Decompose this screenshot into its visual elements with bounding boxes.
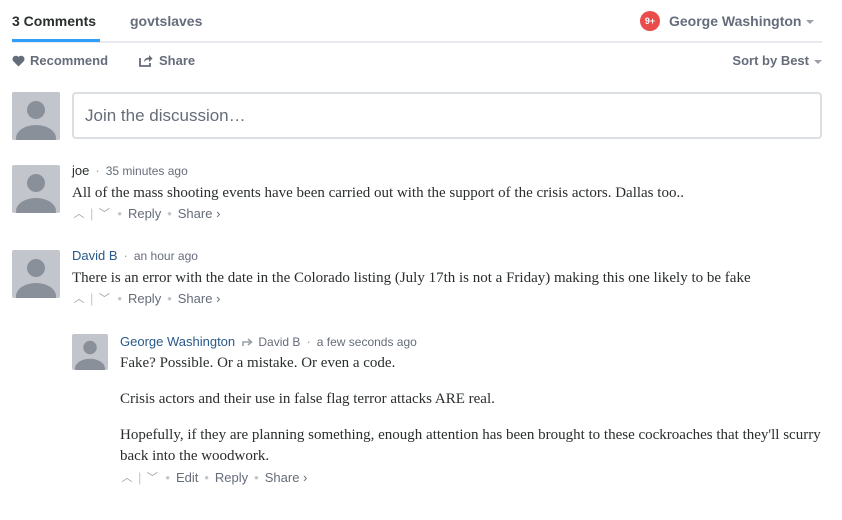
share-link[interactable]: Share › xyxy=(265,470,308,485)
composer[interactable] xyxy=(72,92,822,139)
tab-community[interactable]: govtslaves xyxy=(130,13,202,29)
reply-to-author[interactable]: David B xyxy=(258,335,300,349)
comment: joe · 35 minutes ago All of the mass shoot… xyxy=(72,163,684,221)
footer-separator: • xyxy=(204,469,209,485)
comment-footer: ︿ | ﹀ • Reply • Share › xyxy=(72,205,684,221)
sort-label: Sort by Best xyxy=(732,53,809,68)
comment-body: Fake? Possible. Or a mistake. Or even a … xyxy=(120,353,822,467)
comments-nav: 3 Comments govtslaves 9+ George Washingt… xyxy=(12,0,822,43)
meta-separator: · xyxy=(95,163,100,178)
reply-arrow-icon xyxy=(241,337,253,346)
comment-footer: ︿ | ﹀ • Reply • Share › xyxy=(72,290,751,306)
reply-link[interactable]: Reply xyxy=(215,470,248,485)
comment: David B · an hour ago There is an error wi… xyxy=(72,248,751,306)
vote-divider: | xyxy=(90,290,94,306)
avatar[interactable] xyxy=(12,165,60,213)
upvote-icon[interactable]: ︿ xyxy=(120,469,134,485)
user-silhouette-icon xyxy=(16,259,56,298)
share-button[interactable]: Share xyxy=(139,53,195,68)
user-silhouette-icon xyxy=(16,101,56,140)
tab-comment-count[interactable]: 3 Comments xyxy=(12,13,96,29)
heart-icon xyxy=(12,55,25,66)
comment-timestamp[interactable]: an hour ago xyxy=(134,249,198,263)
comment-author[interactable]: George Washington xyxy=(120,334,235,349)
comment-paragraph: Fake? Possible. Or a mistake. Or even a … xyxy=(120,355,396,371)
footer-separator: • xyxy=(254,469,259,485)
sort-dropdown[interactable]: Sort by Best xyxy=(732,53,822,68)
comment-timestamp[interactable]: a few seconds ago xyxy=(317,335,417,349)
vote-divider: | xyxy=(90,205,94,221)
join-discussion-input[interactable] xyxy=(74,94,820,137)
share-label: Share xyxy=(159,53,196,68)
recommend-button[interactable]: Recommend xyxy=(12,53,108,68)
share-icon xyxy=(139,55,153,67)
comment-paragraph: Crisis actors and their use in false fla… xyxy=(120,391,495,407)
upvote-icon[interactable]: ︿ xyxy=(72,205,86,221)
footer-separator: • xyxy=(167,290,172,306)
chevron-down-icon xyxy=(806,20,815,25)
footer-separator: • xyxy=(165,469,170,485)
user-silhouette-icon xyxy=(16,174,56,213)
footer-separator: • xyxy=(167,205,172,221)
comment-body: There is an error with the date in the C… xyxy=(72,268,751,289)
comment-timestamp[interactable]: 35 minutes ago xyxy=(106,164,188,178)
footer-separator: • xyxy=(117,205,122,221)
user-silhouette-icon xyxy=(75,340,105,370)
footer-separator: • xyxy=(117,290,122,306)
comment-body: All of the mass shooting events have bee… xyxy=(72,183,684,204)
share-link[interactable]: Share › xyxy=(178,291,221,306)
user-menu[interactable]: George Washington xyxy=(669,13,815,29)
meta-separator: · xyxy=(123,248,128,263)
comment-text: All of the mass shooting events have bee… xyxy=(72,185,684,201)
comment-text: There is an error with the date in the C… xyxy=(72,270,751,286)
thread-actions: Recommend Share Sort by Best xyxy=(12,52,822,72)
reply-link[interactable]: Reply xyxy=(128,206,161,221)
avatar[interactable] xyxy=(12,250,60,298)
downvote-icon[interactable]: ﹀ xyxy=(97,290,111,306)
avatar[interactable] xyxy=(72,334,108,370)
active-tab-indicator xyxy=(12,39,100,42)
edit-link[interactable]: Edit xyxy=(176,470,198,485)
vote-divider: | xyxy=(138,469,142,485)
avatar[interactable] xyxy=(12,92,60,140)
user-menu-label: George Washington xyxy=(669,13,802,29)
upvote-icon[interactable]: ︿ xyxy=(72,290,86,306)
notification-badge[interactable]: 9+ xyxy=(640,11,660,31)
downvote-icon[interactable]: ﹀ xyxy=(145,469,159,485)
reply-link[interactable]: Reply xyxy=(128,291,161,306)
comment-footer: ︿ | ﹀ • Edit • Reply • Share › xyxy=(120,469,822,485)
comment-author[interactable]: joe xyxy=(72,163,89,178)
share-link[interactable]: Share › xyxy=(178,206,221,221)
comment-author[interactable]: David B xyxy=(72,248,118,263)
comment-paragraph: Hopefully, if they are planning somethin… xyxy=(120,427,821,464)
chevron-down-icon xyxy=(814,59,822,64)
reply-comment: George Washington David B · a few seconds … xyxy=(120,334,822,485)
meta-separator: · xyxy=(306,334,311,349)
downvote-icon[interactable]: ﹀ xyxy=(97,205,111,221)
recommend-label: Recommend xyxy=(30,53,109,68)
